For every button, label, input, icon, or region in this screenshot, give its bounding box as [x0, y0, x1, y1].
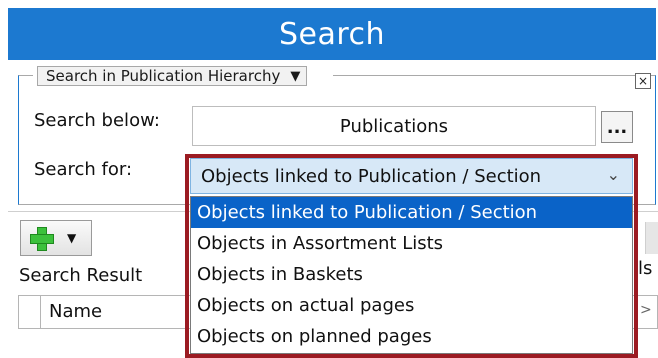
option-assortment-lists[interactable]: Objects in Assortment Lists — [191, 228, 632, 259]
search-for-select[interactable]: Objects linked to Publication / Section … — [190, 158, 633, 194]
search-below-label: Search below: — [34, 110, 160, 131]
column-header-name[interactable]: Name — [49, 301, 102, 322]
row-selector-column — [19, 296, 41, 328]
search-for-selected-value: Objects linked to Publication / Section — [201, 165, 542, 187]
option-baskets[interactable]: Objects in Baskets — [191, 259, 632, 290]
scroll-right-icon[interactable]: > — [640, 302, 652, 318]
search-for-options: Objects linked to Publication / Section … — [190, 196, 633, 354]
toolbar-edge — [645, 222, 658, 254]
option-actual-pages[interactable]: Objects on actual pages — [191, 290, 632, 321]
chevron-down-icon: ⌄ — [606, 165, 620, 184]
search-for-label: Search for: — [34, 159, 133, 180]
scope-mode-label: Search in Publication Hierarchy — [46, 67, 281, 85]
dropdown-arrow-icon: ▼ — [290, 68, 301, 84]
scope-header: Search in Publication Hierarchy ▼ — [33, 66, 333, 86]
browse-button[interactable]: ... — [601, 111, 633, 143]
add-button[interactable]: ▼ — [20, 220, 92, 256]
search-result-label: Search Result — [19, 265, 143, 286]
option-planned-pages[interactable]: Objects on planned pages — [191, 321, 632, 352]
option-linked-publication-section[interactable]: Objects linked to Publication / Section — [191, 197, 632, 228]
window-title: Search — [8, 8, 656, 60]
scope-mode-dropdown[interactable]: Search in Publication Hierarchy ▼ — [37, 66, 308, 86]
right-panel-label: ls — [638, 258, 653, 279]
search-below-field[interactable]: Publications — [192, 106, 596, 146]
plus-icon — [29, 226, 54, 251]
close-icon[interactable]: × — [635, 73, 651, 89]
dropdown-arrow-icon: ▼ — [67, 231, 77, 245]
